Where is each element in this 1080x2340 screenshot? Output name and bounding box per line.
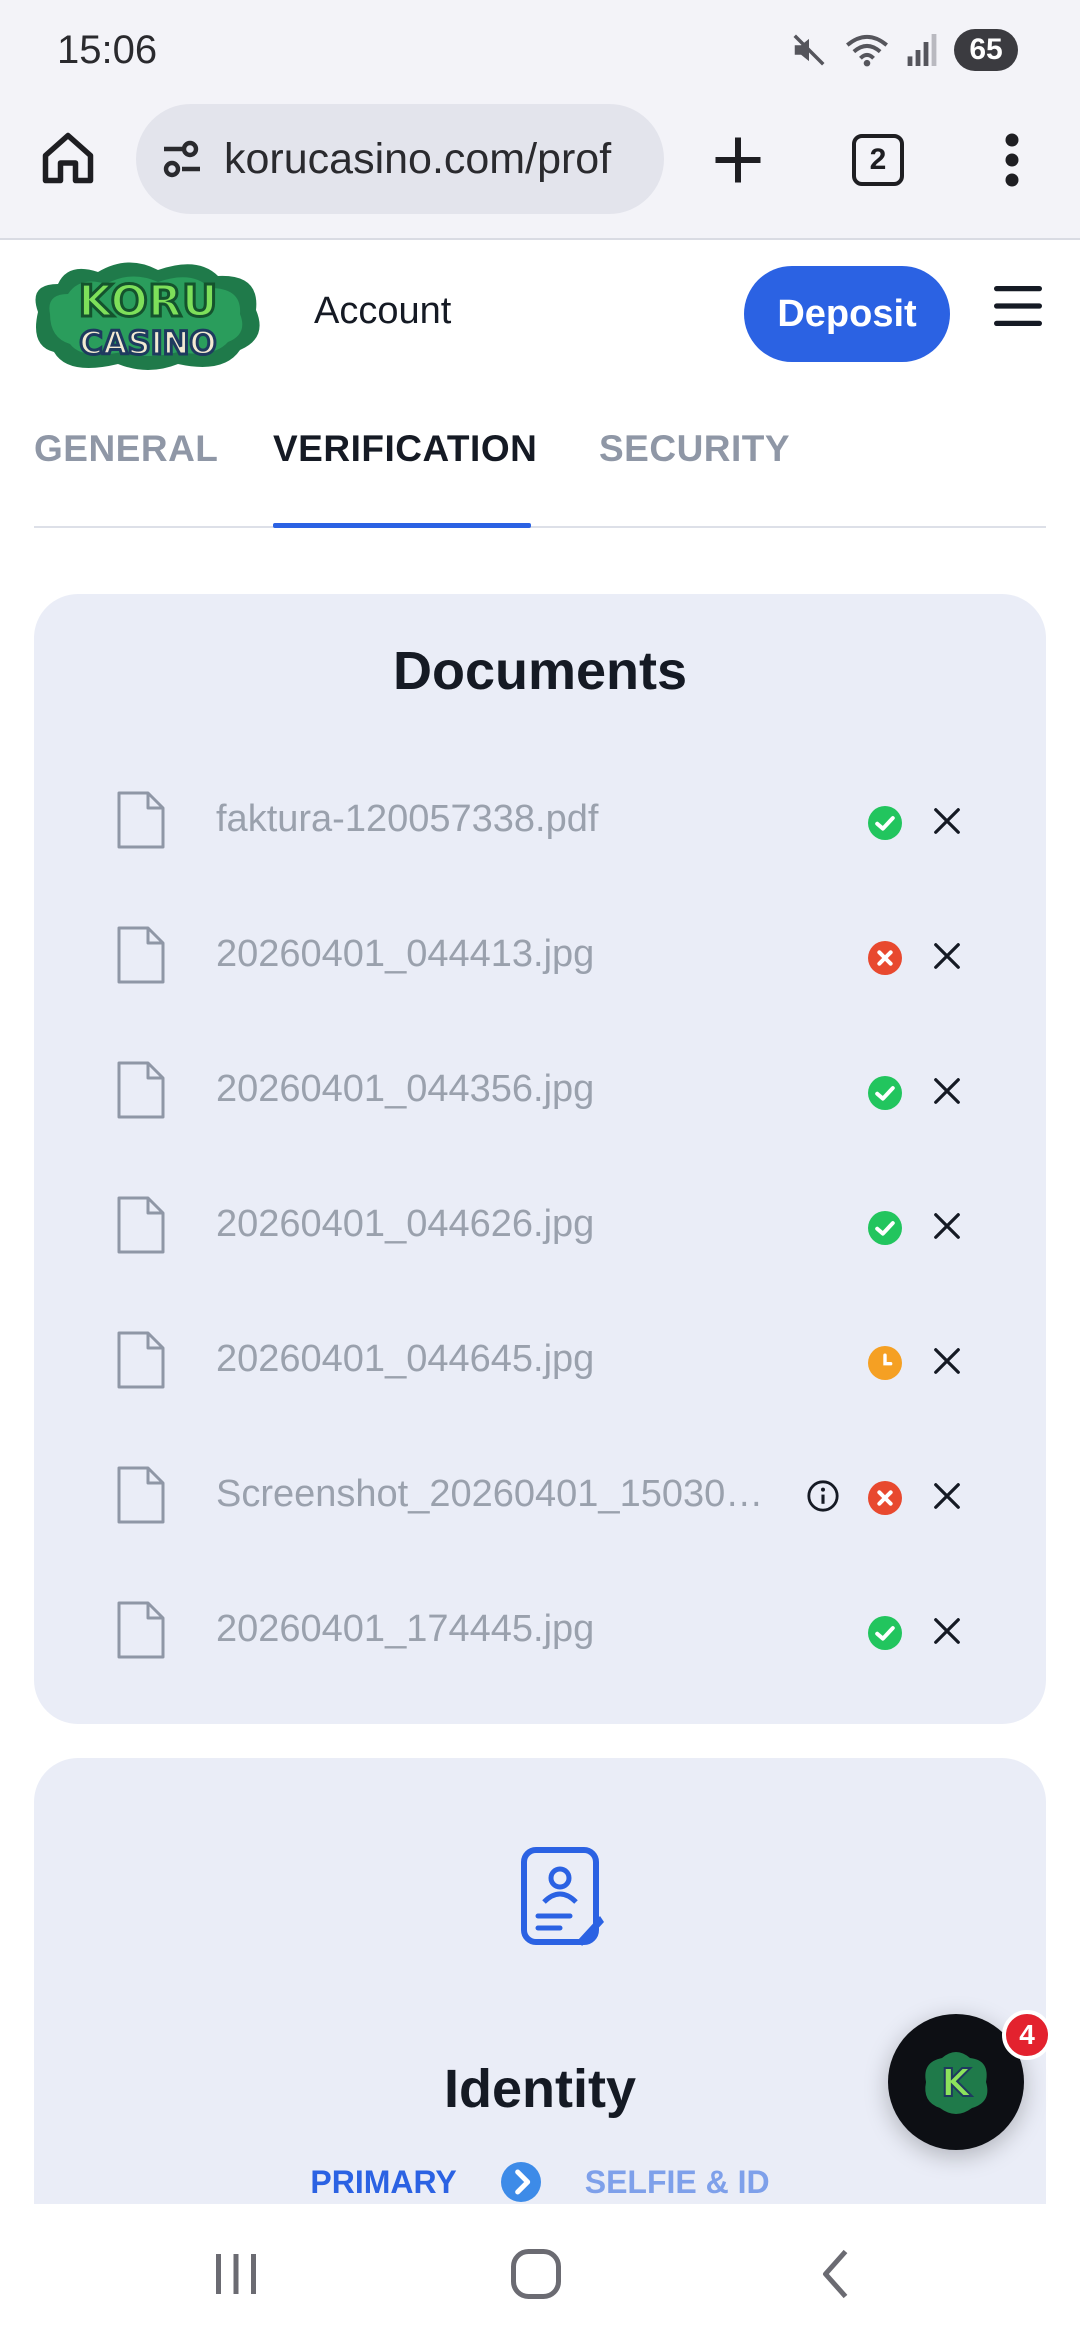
document-name[interactable]: 20260401_044645.jpg xyxy=(216,1338,806,1381)
file-icon xyxy=(117,1601,165,1659)
file-icon xyxy=(117,1196,165,1254)
chevron-right-icon xyxy=(500,2162,541,2202)
file-icon xyxy=(117,791,165,849)
deposit-button[interactable]: Deposit xyxy=(744,266,950,362)
more-options-icon[interactable] xyxy=(1000,130,1024,190)
active-tab-indicator xyxy=(273,523,531,528)
remove-document-icon[interactable] xyxy=(932,1076,962,1106)
approved-check-icon xyxy=(868,806,902,840)
home-nav-icon[interactable] xyxy=(506,2244,566,2304)
document-row: Screenshot_20260401_150300.jpg xyxy=(34,1451,1046,1541)
remove-document-icon[interactable] xyxy=(932,941,962,971)
step-selfie-id[interactable]: SELFIE & ID xyxy=(585,2164,770,2201)
svg-text:KORU: KORU xyxy=(78,276,217,327)
new-tab-icon[interactable] xyxy=(708,130,768,190)
site-settings-icon[interactable] xyxy=(158,135,206,183)
system-navigation-bar xyxy=(0,2204,1080,2340)
file-icon xyxy=(117,1331,165,1389)
approved-check-icon xyxy=(868,1616,902,1650)
browser-toolbar: korucasino.com/prof 2 xyxy=(0,100,1080,240)
file-icon xyxy=(117,926,165,984)
url-text[interactable]: korucasino.com/prof xyxy=(224,135,611,184)
identity-steps: PRIMARY SELFIE & ID xyxy=(34,2162,1046,2202)
approved-check-icon xyxy=(868,1076,902,1110)
signal-icon xyxy=(907,34,937,66)
svg-text:K: K xyxy=(941,2061,972,2105)
rejected-x-icon xyxy=(868,1481,902,1515)
document-name[interactable]: 20260401_044626.jpg xyxy=(216,1203,806,1246)
koru-casino-logo[interactable]: KORU CASINO xyxy=(28,254,268,372)
document-row: 20260401_174445.jpg xyxy=(34,1586,1046,1676)
remove-document-icon[interactable] xyxy=(932,1346,962,1376)
status-bar: 15:06 65 xyxy=(0,0,1080,100)
status-icons: 65 xyxy=(790,28,1018,72)
step-primary[interactable]: PRIMARY xyxy=(310,2164,456,2201)
chat-notification-badge: 4 xyxy=(1002,2010,1052,2060)
document-row: 20260401_044413.jpg xyxy=(34,911,1046,1001)
hamburger-menu-icon[interactable] xyxy=(994,286,1042,326)
file-icon xyxy=(117,1466,165,1524)
koru-chat-logo-icon: K xyxy=(925,2052,988,2114)
document-name[interactable]: 20260401_044356.jpg xyxy=(216,1068,806,1111)
tab-switcher-button[interactable]: 2 xyxy=(852,134,904,186)
back-icon[interactable] xyxy=(808,2244,868,2304)
mute-icon xyxy=(793,34,825,66)
status-time: 15:06 xyxy=(57,28,158,72)
document-name[interactable]: 20260401_044413.jpg xyxy=(216,933,806,976)
tab-general[interactable]: GENERAL xyxy=(34,428,218,470)
document-row: 20260401_044356.jpg xyxy=(34,1046,1046,1136)
documents-card: Documents faktura-120057338.pdf 20260401_… xyxy=(34,594,1046,1724)
documents-title: Documents xyxy=(392,641,688,701)
document-name[interactable]: 20260401_174445.jpg xyxy=(216,1608,806,1651)
recent-apps-icon[interactable] xyxy=(206,2244,266,2304)
approved-check-icon xyxy=(868,1211,902,1245)
address-bar[interactable]: korucasino.com/prof xyxy=(136,104,664,214)
remove-document-icon[interactable] xyxy=(932,806,962,836)
document-name[interactable]: faktura-120057338.pdf xyxy=(216,798,806,841)
info-icon[interactable] xyxy=(806,1479,840,1513)
document-name[interactable]: Screenshot_20260401_150300.jpg xyxy=(216,1473,776,1516)
site-header: KORU CASINO Account Deposit xyxy=(0,242,1080,382)
id-document-icon xyxy=(521,1847,604,1946)
page-title: Account xyxy=(314,290,452,332)
tab-verification[interactable]: VERIFICATION xyxy=(273,428,537,470)
battery-icon: 65 xyxy=(954,29,1018,71)
pending-clock-icon xyxy=(868,1346,902,1380)
remove-document-icon[interactable] xyxy=(932,1211,962,1241)
wifi-icon xyxy=(846,34,888,67)
home-icon[interactable] xyxy=(38,128,98,188)
account-tabs: GENERAL VERIFICATION SECURITY xyxy=(34,400,1046,528)
file-icon xyxy=(117,1061,165,1119)
remove-document-icon[interactable] xyxy=(932,1481,962,1511)
rejected-x-icon xyxy=(868,941,902,975)
remove-document-icon[interactable] xyxy=(932,1616,962,1646)
document-row: 20260401_044645.jpg xyxy=(34,1316,1046,1406)
tab-security[interactable]: SECURITY xyxy=(599,428,790,470)
svg-text:CASINO: CASINO xyxy=(79,324,216,362)
document-row: 20260401_044626.jpg xyxy=(34,1181,1046,1271)
document-row: faktura-120057338.pdf xyxy=(34,776,1046,866)
